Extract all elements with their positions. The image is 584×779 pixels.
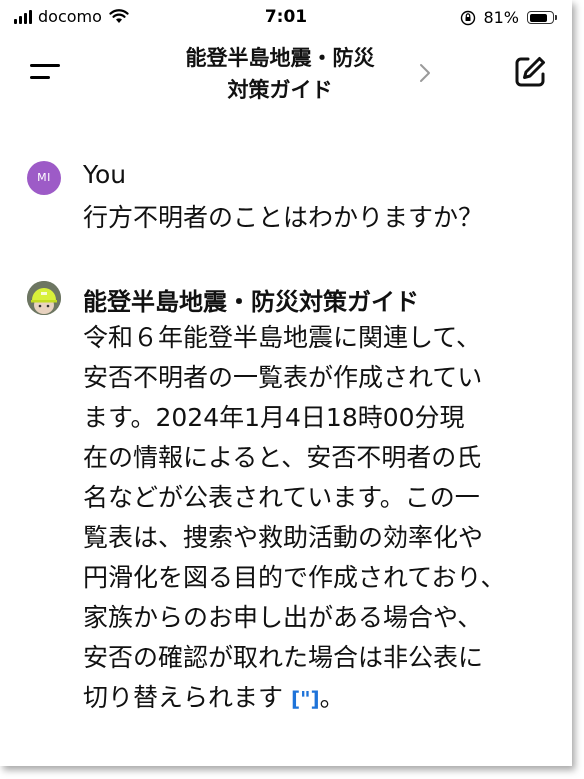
response-line: 家族からのお申し出がある場合や、: [83, 603, 483, 632]
new-chat-button[interactable]: [512, 54, 548, 90]
response-line: 安否の確認が取れた場合は非公表に: [83, 643, 484, 672]
chevron-right-icon[interactable]: [419, 63, 431, 83]
response-line: 安否不明者の一覧表が作成されてい: [83, 363, 483, 392]
response-line: 令和６年能登半島地震に関連して、: [83, 323, 482, 352]
response-line: 切り替えられます: [83, 683, 284, 712]
user-name: You: [83, 160, 127, 189]
orientation-lock-icon: [461, 10, 476, 25]
status-right: 81%: [460, 8, 557, 27]
menu-icon: [30, 64, 60, 67]
title-line-1: 能登半島地震・防災: [185, 46, 375, 70]
app-screen: docomo 7:01 81% 能登半島地震・防災 対策ガイド MI You 行…: [0, 0, 572, 766]
chat-header: 能登半島地震・防災 対策ガイド: [0, 36, 572, 110]
response-line: 名などが公表されています。この一: [83, 483, 480, 512]
trailing-punctuation: 。: [319, 683, 345, 712]
menu-button[interactable]: [28, 58, 66, 88]
battery-percent: 81%: [483, 8, 519, 27]
status-bar: docomo 7:01 81%: [0, 0, 572, 36]
response-line: 在の情報によると、安否不明者の氏: [83, 443, 482, 472]
helmet-avatar-icon: [27, 281, 61, 315]
gpt-title[interactable]: 能登半島地震・防災 対策ガイド: [150, 42, 410, 106]
user-avatar: MI: [27, 161, 61, 195]
battery-level-fill: [529, 13, 548, 22]
battery-icon: [527, 11, 557, 24]
title-line-2: 対策ガイド: [227, 78, 333, 102]
assistant-name: 能登半島地震・防災対策ガイド: [83, 288, 419, 316]
assistant-avatar: [27, 281, 61, 315]
response-last-line: 切り替えられます ["]。: [83, 678, 553, 719]
response-line: ます。2024年1月4日18時00分現: [83, 403, 465, 432]
citation-icon[interactable]: ["]: [291, 679, 320, 719]
response-line: 覧表は、捜索や救助活動の効率化や: [83, 523, 484, 552]
user-message-text: 行方不明者のことはわかりますか？: [83, 203, 484, 232]
response-line: 円滑化を図る目的で作成されており、: [83, 563, 506, 592]
assistant-message-text: 令和６年能登半島地震に関連して、 安否不明者の一覧表が作成されてい ます。202…: [83, 318, 553, 719]
